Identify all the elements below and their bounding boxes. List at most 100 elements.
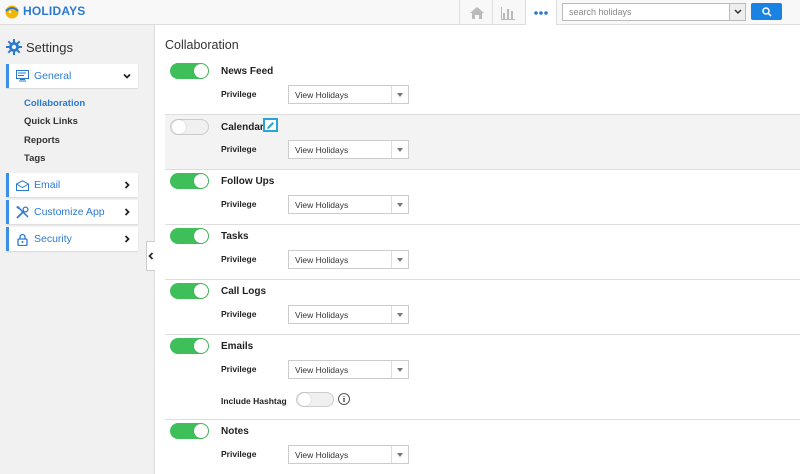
setting-row-emails: Emails Privilege View Holidays Include H… — [165, 335, 800, 420]
include-hashtag-toggle[interactable] — [296, 392, 334, 407]
privilege-select-value: View Holidays — [295, 255, 349, 265]
privilege-select-value: View Holidays — [295, 145, 349, 155]
pencil-icon[interactable] — [263, 118, 278, 132]
privilege-select-value: View Holidays — [295, 310, 349, 320]
toggle-knob — [194, 284, 208, 298]
setting-title: News Feed — [221, 66, 274, 77]
setting-row-follow-ups: Follow Ups Privilege View Holidays — [165, 170, 800, 225]
caret-down-icon — [391, 86, 408, 103]
sidebar-item-general[interactable]: General — [6, 64, 138, 88]
calendar-toggle[interactable] — [170, 119, 209, 135]
setting-title: Emails — [221, 341, 254, 352]
toggle-knob — [298, 393, 311, 406]
sidebar-item-customize-app[interactable]: Customize App — [6, 200, 138, 224]
search-icon — [761, 6, 772, 17]
notes-toggle[interactable] — [170, 423, 209, 439]
page-title: Collaboration — [165, 38, 239, 52]
privilege-select-value: View Holidays — [295, 365, 349, 375]
collapse-sidebar-button[interactable] — [146, 241, 155, 271]
privilege-select[interactable]: View Holidays — [288, 360, 409, 379]
follow-ups-toggle[interactable] — [170, 173, 209, 189]
gear-icon — [6, 39, 22, 55]
more-dots-icon — [526, 0, 556, 25]
chevron-left-icon — [148, 252, 154, 260]
tools-icon — [15, 205, 29, 219]
sidebar-subitem-reports[interactable]: Reports — [24, 135, 60, 146]
caret-down-icon — [391, 196, 408, 213]
sidebar-subitem-quick-links[interactable]: Quick Links — [24, 116, 78, 127]
chevron-down-icon — [123, 73, 131, 79]
sidebar-item-label: General — [34, 70, 72, 82]
caret-down-icon — [391, 446, 408, 463]
chevron-right-icon — [124, 208, 130, 216]
chevron-right-icon — [124, 235, 130, 243]
setting-row-call-logs: Call Logs Privilege View Holidays — [165, 280, 800, 335]
privilege-select-value: View Holidays — [295, 200, 349, 210]
privilege-select[interactable]: View Holidays — [288, 85, 409, 104]
search-input[interactable] — [562, 3, 730, 21]
main-content: Collaboration News Feed Privilege View H… — [155, 25, 800, 474]
setting-row-calendar: Calendar Privilege View Holidays — [165, 115, 800, 170]
bar-chart-icon[interactable] — [493, 0, 523, 25]
divider — [459, 0, 460, 25]
monitor-icon — [15, 69, 29, 83]
settings-title: Settings — [26, 39, 73, 55]
home-icon[interactable] — [462, 0, 492, 25]
privilege-select[interactable]: View Holidays — [288, 250, 409, 269]
setting-title: Tasks — [221, 231, 249, 242]
sidebar-subitem-collaboration[interactable]: Collaboration — [24, 98, 85, 109]
privilege-label: Privilege — [221, 309, 257, 319]
info-icon[interactable]: i — [338, 393, 350, 405]
call-logs-toggle[interactable] — [170, 283, 209, 299]
privilege-select-value: View Holidays — [295, 90, 349, 100]
setting-title: Follow Ups — [221, 176, 275, 187]
top-bar: HOLIDAYS — [0, 0, 800, 25]
caret-down-icon — [391, 141, 408, 158]
caret-down-icon — [391, 251, 408, 268]
lock-icon — [15, 232, 29, 246]
privilege-label: Privilege — [221, 364, 257, 374]
setting-row-news-feed: News Feed Privilege View Holidays — [165, 60, 800, 115]
setting-row-notes: Notes Privilege View Holidays — [165, 420, 800, 474]
envelope-icon — [15, 178, 29, 192]
toggle-knob — [172, 120, 186, 134]
sidebar-item-email[interactable]: Email — [6, 173, 138, 197]
privilege-label: Privilege — [221, 89, 257, 99]
privilege-label: Privilege — [221, 254, 257, 264]
chevron-down-icon — [733, 9, 742, 15]
caret-down-icon — [391, 306, 408, 323]
toggle-knob — [194, 174, 208, 188]
app-name[interactable]: HOLIDAYS — [23, 4, 86, 18]
app-logo-icon — [5, 5, 19, 19]
setting-title: Notes — [221, 426, 249, 437]
search-dropdown-button[interactable] — [730, 3, 746, 21]
search-button[interactable] — [751, 3, 782, 20]
sidebar-subitem-tags[interactable]: Tags — [24, 153, 45, 164]
setting-title: Calendar — [221, 122, 264, 133]
sidebar: Settings General Collaboration Quick Lin… — [0, 25, 155, 474]
chevron-right-icon — [124, 181, 130, 189]
sidebar-item-label: Email — [34, 179, 61, 191]
privilege-label: Privilege — [221, 199, 257, 209]
news-feed-toggle[interactable] — [170, 63, 209, 79]
privilege-select[interactable]: View Holidays — [288, 445, 409, 464]
toggle-knob — [194, 424, 208, 438]
toggle-knob — [194, 229, 208, 243]
privilege-label: Privilege — [221, 144, 257, 154]
emails-toggle[interactable] — [170, 338, 209, 354]
sidebar-item-security[interactable]: Security — [6, 227, 138, 251]
privilege-select[interactable]: View Holidays — [288, 195, 409, 214]
privilege-select[interactable]: View Holidays — [288, 140, 409, 159]
toggle-knob — [194, 64, 208, 78]
settings-heading: Settings — [6, 39, 73, 55]
caret-down-icon — [391, 361, 408, 378]
privilege-select[interactable]: View Holidays — [288, 305, 409, 324]
setting-title: Call Logs — [221, 286, 267, 297]
more-tab[interactable] — [525, 0, 557, 25]
tasks-toggle[interactable] — [170, 228, 209, 244]
sidebar-item-label: Security — [34, 233, 72, 245]
toggle-knob — [194, 339, 208, 353]
setting-row-tasks: Tasks Privilege View Holidays — [165, 225, 800, 280]
privilege-label: Privilege — [221, 449, 257, 459]
sidebar-item-label: Customize App — [34, 206, 105, 218]
